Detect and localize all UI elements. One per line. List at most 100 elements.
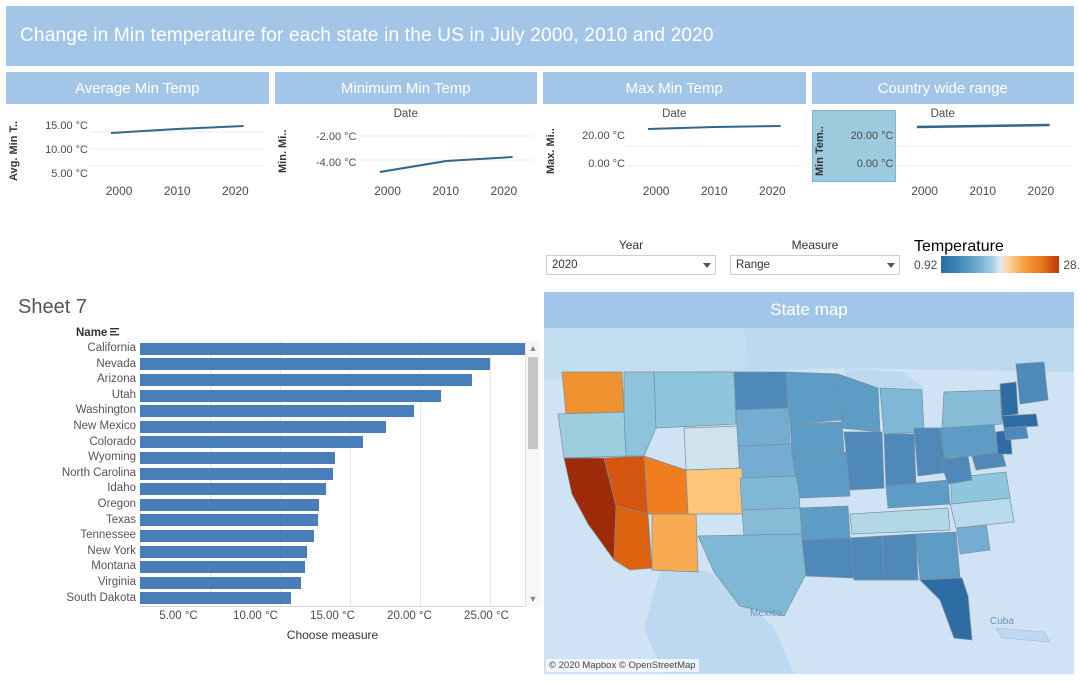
choropleth-map[interactable]: Mexico Cuba	[544, 328, 1074, 674]
bar-row[interactable]	[140, 357, 525, 373]
bar-category-label: Montana	[91, 560, 136, 573]
bar[interactable]	[140, 358, 490, 371]
dashboard-title-bar: Change in Min temperature for each state…	[6, 6, 1074, 66]
bar-row[interactable]	[140, 497, 525, 513]
map-label-mexico: Mexico	[750, 608, 782, 619]
bar-x-tick: 5.00 °C	[159, 610, 198, 623]
bar-category-label: Nevada	[96, 357, 136, 370]
bar-row[interactable]	[140, 591, 525, 607]
map-panel: State map Mexico Cuba © 2020 Mapbox © Op…	[544, 292, 1074, 674]
temperature-legend: Temperature 0.92 28.33	[914, 238, 1080, 273]
bar[interactable]	[140, 529, 314, 542]
tab-max-min-temp[interactable]: Max Min Temp	[543, 72, 806, 104]
scrollbar-thumb[interactable]	[528, 357, 538, 449]
bar[interactable]	[140, 342, 525, 355]
map-attribution: © 2020 Mapbox © OpenStreetMap	[546, 659, 699, 672]
sparkline-x-ticks-1: 2000 2010 2020	[359, 182, 534, 200]
year-dropdown-value: 2020	[552, 259, 578, 271]
bar-row[interactable]	[140, 372, 525, 388]
bar-row[interactable]	[140, 481, 525, 497]
bar[interactable]	[140, 483, 327, 496]
bar[interactable]	[140, 467, 334, 480]
bar-category-label: Oregon	[97, 497, 136, 510]
y-tick: 10.00 °C	[45, 144, 88, 156]
sparkline-x-ticks-3: 2000 2010 2020	[896, 182, 1071, 200]
x-tick: 2020	[1027, 184, 1055, 198]
sort-icon[interactable]	[110, 327, 120, 339]
sparkline-minimum-min-temp[interactable]: Date Min. Mi.. -2.00 °C -4.00 °C 2000 20…	[274, 108, 537, 200]
bar[interactable]	[140, 498, 320, 511]
bar[interactable]	[140, 405, 415, 418]
bar-category-label: Washington	[75, 404, 136, 417]
bar[interactable]	[140, 451, 335, 464]
bar-row[interactable]	[140, 388, 525, 404]
bar-row[interactable]	[140, 450, 525, 466]
x-tick: 2010	[969, 184, 997, 198]
temperature-legend-scale: 0.92 28.33	[914, 256, 1080, 273]
bar-row[interactable]	[140, 544, 525, 560]
tab-minimum-min-temp[interactable]: Minimum Min Temp	[274, 72, 537, 104]
bar[interactable]	[140, 389, 441, 402]
sparkline-row: Avg. Min T.. 15.00 °C 10.00 °C 5.00 °C 2…	[6, 108, 1074, 200]
bar[interactable]	[140, 545, 307, 558]
sparkline-y-ticks-1: -2.00 °C -4.00 °C	[293, 114, 357, 186]
sparkline-y-title-2: Max. Mi..	[545, 128, 557, 174]
bar-series	[140, 341, 525, 606]
y-tick: 5.00 °C	[51, 168, 88, 180]
bar-row[interactable]	[140, 466, 525, 482]
bar-row[interactable]	[140, 435, 525, 451]
chevron-down-icon	[703, 262, 711, 268]
x-tick: 2010	[432, 184, 460, 198]
sparkline-plot-3	[895, 122, 1070, 180]
measure-dropdown[interactable]: Range	[730, 255, 900, 275]
tab-country-wide-range[interactable]: Country wide range	[811, 72, 1074, 104]
map-canvas[interactable]: Mexico Cuba © 2020 Mapbox © OpenStreetMa…	[544, 328, 1074, 674]
bar[interactable]	[140, 373, 472, 386]
year-dropdown[interactable]: 2020	[546, 255, 716, 275]
page-title: Change in Min temperature for each state…	[20, 25, 714, 46]
measure-filter-label: Measure	[791, 238, 839, 252]
bar-x-axis-title: Choose measure	[286, 628, 379, 643]
y-tick: 0.00 °C	[856, 158, 894, 170]
bar-row[interactable]	[140, 513, 525, 529]
legend-gradient	[941, 256, 1060, 273]
bar[interactable]	[140, 420, 387, 433]
bar[interactable]	[140, 561, 306, 574]
name-column-label: Name	[76, 327, 108, 339]
sparkline-country-wide-range[interactable]: Date Min Tem.. 20.00 °C 0.00 °C 2000 201…	[811, 108, 1074, 200]
sparkline-y-ticks-2: 20.00 °C 0.00 °C	[561, 114, 625, 186]
bar-category-label: South Dakota	[66, 591, 136, 604]
bar-row[interactable]	[140, 341, 525, 357]
bar[interactable]	[140, 576, 301, 589]
tab-average-min-temp[interactable]: Average Min Temp	[6, 72, 269, 104]
y-tick: -4.00 °C	[316, 157, 357, 169]
bar[interactable]	[140, 592, 292, 605]
sparkline-y-title-0: Avg. Min T..	[8, 120, 20, 182]
x-tick: 2020	[759, 184, 786, 198]
bar-row[interactable]	[140, 559, 525, 575]
bar-row[interactable]	[140, 575, 525, 591]
bar[interactable]	[140, 436, 363, 449]
scroll-up-icon[interactable]: ▲	[526, 341, 540, 355]
bar-row[interactable]	[140, 528, 525, 544]
map-label-cuba: Cuba	[990, 616, 1014, 627]
bar-x-axis-ticks: 5.00 °C 10.00 °C 15.00 °C 20.00 °C 25.00 °C	[140, 606, 525, 622]
y-tick: 0.00 °C	[588, 158, 625, 170]
bar-chart-scrollbar[interactable]: ▲ ▼	[525, 341, 540, 607]
bar-category-labels: California Nevada Arizona Utah Washington New…	[6, 341, 140, 606]
bar-x-tick: 10.00 °C	[233, 610, 278, 623]
sparkline-max-min-temp[interactable]: Date Max. Mi.. 20.00 °C 0.00 °C 2000 201…	[543, 108, 806, 200]
scroll-down-icon[interactable]: ▼	[526, 592, 540, 606]
bar-x-tick: 15.00 °C	[310, 610, 355, 623]
year-filter: Year 2020	[546, 238, 716, 275]
bar[interactable]	[140, 514, 318, 527]
bar-category-label: Utah	[111, 388, 136, 401]
bar-row[interactable]	[140, 403, 525, 419]
bar-row[interactable]	[140, 419, 525, 435]
x-tick: 2010	[700, 184, 728, 198]
bar-category-label: California	[87, 342, 136, 354]
dashboard: Change in Min temperature for each state…	[0, 0, 1080, 682]
year-filter-label: Year	[618, 238, 644, 252]
chevron-down-icon	[887, 262, 895, 268]
sparkline-average-min-temp[interactable]: Avg. Min T.. 15.00 °C 10.00 °C 5.00 °C 2…	[6, 108, 269, 200]
